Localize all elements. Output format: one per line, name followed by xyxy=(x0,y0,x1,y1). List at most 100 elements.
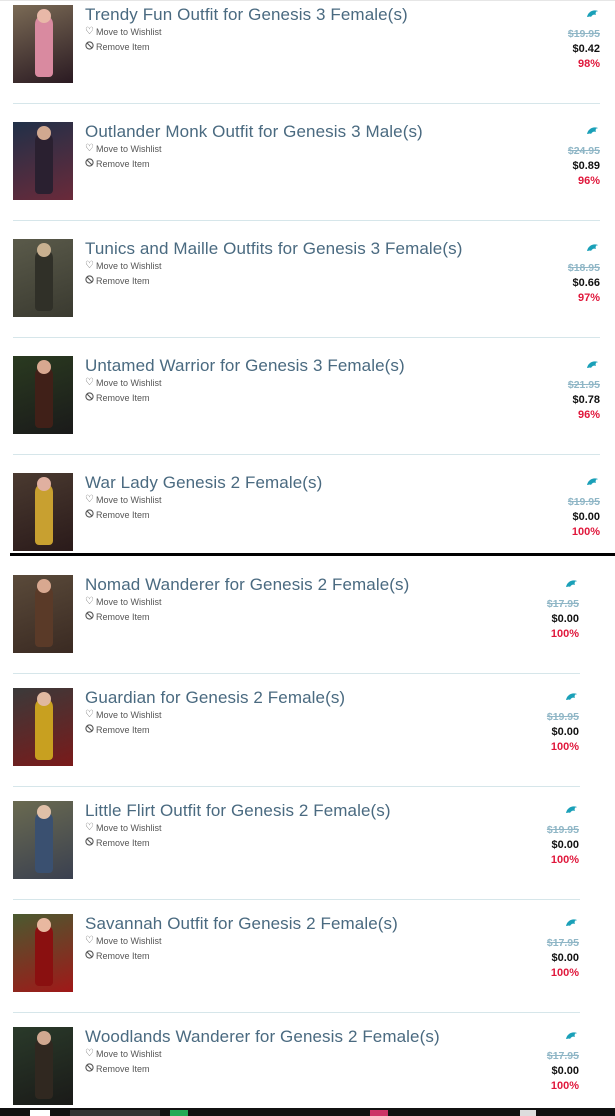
sale-price: $0.42 xyxy=(572,43,600,55)
remove-label: Remove Item xyxy=(96,393,150,403)
sale-price: $0.89 xyxy=(572,160,600,172)
product-title-link[interactable]: Guardian for Genesis 2 Female(s) xyxy=(85,688,345,708)
sale-price: $0.00 xyxy=(551,952,579,964)
cart-item: Untamed Warrior for Genesis 3 Female(s) ♡… xyxy=(13,356,602,466)
wishlist-label: Move to Wishlist xyxy=(95,144,162,154)
price-block: $19.95 $0.00 100% xyxy=(540,495,600,540)
product-thumbnail[interactable] xyxy=(13,575,73,653)
move-to-wishlist-link[interactable]: ♡ Move to Wishlist xyxy=(85,936,162,947)
remove-item-link[interactable]: Remove Item xyxy=(85,275,150,287)
cart-item: Trendy Fun Outfit for Genesis 3 Female(s… xyxy=(13,5,602,115)
remove-item-link[interactable]: Remove Item xyxy=(85,611,150,623)
discount-percent: 98% xyxy=(577,58,600,70)
heart-outline-icon: ♡ xyxy=(85,822,94,833)
original-price: $21.95 xyxy=(567,379,600,391)
remove-item-link[interactable]: Remove Item xyxy=(85,1063,150,1075)
price-block: $17.95 $0.00 100% xyxy=(519,1049,579,1094)
wishlist-label: Move to Wishlist xyxy=(95,1049,162,1059)
item-separator xyxy=(13,673,580,674)
remove-item-link[interactable]: Remove Item xyxy=(85,837,150,849)
move-to-wishlist-link[interactable]: ♡ Move to Wishlist xyxy=(85,494,161,506)
product-title-link[interactable]: Tunics and Maille Outfits for Genesis 3 … xyxy=(85,239,462,259)
remove-label: Remove Item xyxy=(96,159,150,169)
dolphin-icon xyxy=(565,1031,579,1042)
move-to-wishlist-link[interactable]: ♡ Move to Wishlist xyxy=(85,144,162,155)
original-price: $18.95 xyxy=(567,262,600,274)
original-price: $17.95 xyxy=(546,937,579,949)
product-thumbnail[interactable] xyxy=(13,801,73,879)
cart-item: Tunics and Maille Outfits for Genesis 3 … xyxy=(13,239,602,349)
product-thumbnail[interactable] xyxy=(13,239,73,317)
move-to-wishlist-link[interactable]: ♡ Move to Wishlist xyxy=(85,596,162,608)
discount-percent: 96% xyxy=(577,409,600,421)
sale-price: $0.66 xyxy=(572,277,600,289)
prohibited-icon xyxy=(85,158,94,170)
dolphin-icon xyxy=(565,692,579,703)
dolphin-icon xyxy=(586,360,600,371)
move-to-wishlist-link[interactable]: ♡ Move to Wishlist xyxy=(85,1049,162,1060)
price-block: $24.95 $0.89 96% xyxy=(540,144,600,189)
remove-item-link[interactable]: Remove Item xyxy=(85,41,150,53)
move-to-wishlist-link[interactable]: ♡ Move to Wishlist xyxy=(85,822,162,834)
prohibited-icon xyxy=(85,392,94,404)
wishlist-label: Move to Wishlist xyxy=(95,823,162,833)
product-title-link[interactable]: Outlander Monk Outfit for Genesis 3 Male… xyxy=(85,122,423,142)
discount-percent: 100% xyxy=(550,628,579,640)
product-thumbnail[interactable] xyxy=(13,122,73,200)
sale-price: $0.00 xyxy=(551,613,579,625)
prohibited-icon xyxy=(85,837,94,849)
remove-label: Remove Item xyxy=(96,42,150,52)
remove-item-link[interactable]: Remove Item xyxy=(85,724,150,736)
remove-item-link[interactable]: Remove Item xyxy=(85,392,150,404)
product-title-link[interactable]: Little Flirt Outfit for Genesis 2 Female… xyxy=(85,801,391,821)
heart-outline-icon: ♡ xyxy=(85,596,94,607)
heart-outline-icon: ♡ xyxy=(85,377,94,388)
move-to-wishlist-link[interactable]: ♡ Move to Wishlist xyxy=(85,27,161,38)
dolphin-icon xyxy=(586,243,600,254)
product-title-link[interactable]: Trendy Fun Outfit for Genesis 3 Female(s… xyxy=(85,5,408,25)
price-block: $19.95 $0.00 100% xyxy=(519,823,579,868)
product-thumbnail[interactable] xyxy=(13,473,73,551)
original-price: $19.95 xyxy=(546,711,579,723)
remove-label: Remove Item xyxy=(96,510,150,520)
product-thumbnail[interactable] xyxy=(13,1027,73,1105)
remove-item-link[interactable]: Remove Item xyxy=(85,950,150,962)
price-block: $19.95 $0.42 98% xyxy=(540,27,600,72)
discount-percent: 100% xyxy=(550,967,579,979)
sale-price: $0.78 xyxy=(572,394,600,406)
item-separator xyxy=(13,220,600,221)
product-thumbnail[interactable] xyxy=(13,688,73,766)
cart-item: War Lady Genesis 2 Female(s) ♡ Move to Wis… xyxy=(13,473,602,583)
cart-item: Savannah Outfit for Genesis 2 Female(s) ♡… xyxy=(13,914,581,1024)
move-to-wishlist-link[interactable]: ♡ Move to Wishlist xyxy=(85,261,161,272)
cart-item: Outlander Monk Outfit for Genesis 3 Male… xyxy=(13,122,602,232)
product-thumbnail[interactable] xyxy=(13,5,73,83)
prohibited-icon xyxy=(85,41,94,53)
product-title-link[interactable]: Nomad Wanderer for Genesis 2 Female(s) xyxy=(85,575,409,595)
wishlist-label: Move to Wishlist xyxy=(95,378,162,388)
sale-price: $0.00 xyxy=(572,511,600,523)
product-thumbnail[interactable] xyxy=(13,914,73,992)
price-block: $21.95 $0.78 96% xyxy=(540,378,600,423)
remove-item-link[interactable]: Remove Item xyxy=(85,158,150,170)
wishlist-label: Move to Wishlist xyxy=(95,710,162,720)
move-to-wishlist-link[interactable]: ♡ Move to Wishlist xyxy=(85,710,162,721)
product-title-link[interactable]: Woodlands Wanderer for Genesis 2 Female(… xyxy=(85,1027,440,1047)
original-price: $19.95 xyxy=(567,28,600,40)
cart-item: Little Flirt Outfit for Genesis 2 Female… xyxy=(13,801,581,911)
product-title-link[interactable]: Untamed Warrior for Genesis 3 Female(s) xyxy=(85,356,405,376)
wishlist-label: Move to Wishlist xyxy=(95,936,162,946)
original-price: $17.95 xyxy=(546,598,579,610)
remove-label: Remove Item xyxy=(96,276,150,286)
dolphin-icon xyxy=(565,579,579,590)
price-block: $19.95 $0.00 100% xyxy=(519,710,579,755)
wishlist-label: Move to Wishlist xyxy=(95,597,162,607)
price-block: $17.95 $0.00 100% xyxy=(519,597,579,642)
product-title-link[interactable]: War Lady Genesis 2 Female(s) xyxy=(85,473,322,493)
remove-item-link[interactable]: Remove Item xyxy=(85,509,150,521)
move-to-wishlist-link[interactable]: ♡ Move to Wishlist xyxy=(85,377,162,389)
product-title-link[interactable]: Savannah Outfit for Genesis 2 Female(s) xyxy=(85,914,398,934)
product-thumbnail[interactable] xyxy=(13,356,73,434)
discount-percent: 100% xyxy=(550,854,579,866)
heart-outline-icon: ♡ xyxy=(85,494,94,505)
